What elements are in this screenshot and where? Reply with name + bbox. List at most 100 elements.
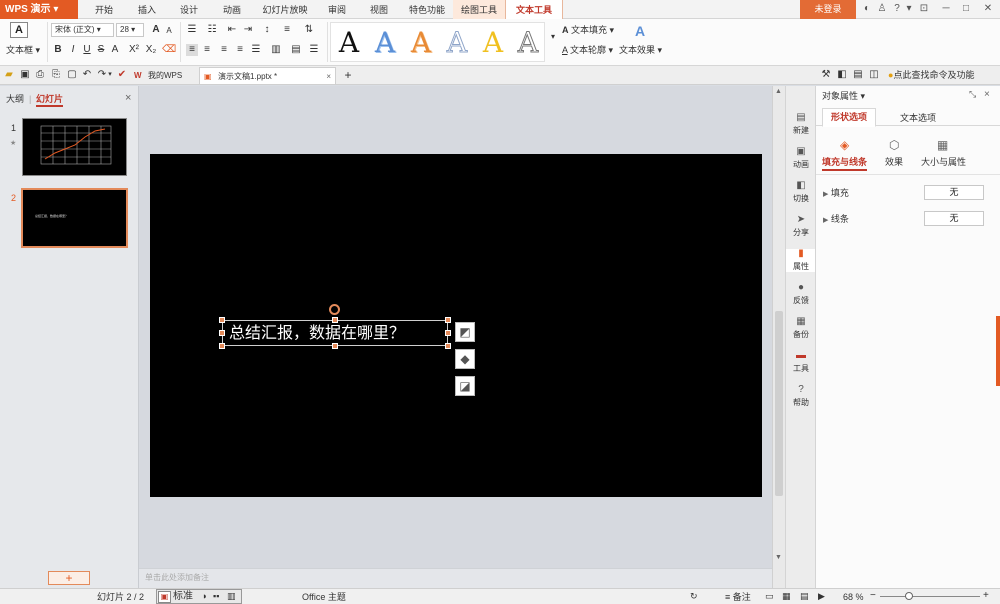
tab-slides[interactable]: 幻灯片 (36, 93, 64, 107)
text-direction-icon[interactable]: ⇅ (303, 24, 315, 36)
font-color-button[interactable]: A (109, 44, 121, 56)
tab-slideshow[interactable]: 幻灯片放映 (256, 0, 314, 19)
tab-text-tools[interactable]: 文本工具 (505, 0, 563, 19)
export-icon[interactable]: ⎙ (34, 69, 46, 81)
indent-icon[interactable]: ⇤ (226, 24, 238, 36)
handle-bottom-right[interactable] (445, 343, 451, 349)
sidebar-item-share[interactable]: ➤ 分享 (786, 215, 816, 238)
handle-top-left[interactable] (219, 317, 225, 323)
textbox-button[interactable]: 文本框 ▾ (6, 44, 40, 56)
tab-animation[interactable]: 动画 (212, 0, 252, 19)
print-icon[interactable]: ⎘ (50, 69, 62, 81)
notes-toggle[interactable]: ≡ 备注 (725, 591, 751, 603)
tab-document[interactable]: ▣ 演示文稿1.pptx * × (199, 67, 336, 84)
quick-icon-1[interactable]: ⚒ (820, 69, 832, 81)
tab-design[interactable]: 设计 (170, 0, 208, 19)
handle-bottom-left[interactable] (219, 343, 225, 349)
gallery-more-icon[interactable]: ▾ (547, 31, 559, 43)
undo-icon[interactable]: ↶ (81, 69, 93, 81)
align-right-icon[interactable]: ≡ (218, 44, 230, 56)
tab-my-wps[interactable]: W 我的WPS (130, 67, 200, 84)
tab-drawing-tools[interactable]: 绘图工具 (453, 0, 505, 19)
handle-top-right[interactable] (445, 317, 451, 323)
align-left-icon[interactable]: ≡ (186, 44, 198, 56)
tab-special[interactable]: 特色功能 (402, 0, 452, 19)
save-icon[interactable]: ▣ (19, 69, 31, 81)
tab-insert[interactable]: 插入 (128, 0, 166, 19)
text-outline-button[interactable]: A 文本轮廓 ▾ (562, 44, 613, 56)
maximize-icon[interactable]: □ (960, 3, 972, 15)
textbox-icon[interactable]: A (10, 22, 28, 38)
slide-text[interactable]: 总结汇报，数据在哪里？ (229, 323, 405, 343)
bullet-list-icon[interactable]: ☰ (186, 24, 198, 36)
strike-button[interactable]: S (95, 44, 107, 56)
fill-value-select[interactable]: 无 (924, 185, 984, 200)
sidebar-item-animation[interactable]: ▣ 动画 (786, 147, 816, 170)
panel-collapse-handle[interactable] (996, 316, 1000, 386)
rotate-handle-icon[interactable] (329, 304, 340, 315)
close-icon[interactable]: ✕ (982, 3, 994, 15)
quick-icon-4[interactable]: ◫ (868, 69, 880, 81)
wordart-style-4[interactable]: A (442, 26, 472, 59)
tab-home[interactable]: 开始 (84, 0, 124, 19)
add-slide-button[interactable]: + (48, 571, 90, 585)
underline-button[interactable]: U (81, 44, 93, 56)
wordart-style-6[interactable]: A (513, 26, 543, 59)
subtab-size-properties[interactable]: 大小与属性 (921, 156, 966, 168)
scroll-up-icon[interactable]: ▲ (775, 88, 782, 95)
normal-view-icon[interactable]: ▣ (158, 591, 171, 603)
view-icon-1[interactable]: ▭ (765, 591, 774, 602)
tab-review[interactable]: 审阅 (318, 0, 356, 19)
smart-art-icon[interactable]: ☰ (308, 44, 320, 56)
bold-button[interactable]: B (52, 44, 64, 56)
sidebar-item-feedback[interactable]: ● 反馈 (786, 283, 816, 306)
superscript-button[interactable]: X² (125, 44, 143, 56)
sidebar-item-properties[interactable]: ▮ 属性 (786, 249, 816, 272)
italic-button[interactable]: I (67, 44, 79, 56)
view-icon-3[interactable]: ▤ (800, 591, 809, 602)
font-size-select[interactable]: 28 ▾ (116, 23, 144, 37)
text-effect-button[interactable]: 文本效果 ▾ (619, 44, 662, 56)
scroll-down-icon[interactable]: ▼ (775, 554, 782, 561)
restore-app-icon[interactable]: ⊡ (918, 3, 930, 15)
login-button[interactable]: 未登录 (800, 0, 856, 19)
quick-icon-2[interactable]: ◧ (836, 69, 848, 81)
grow-font-icon[interactable]: A (150, 24, 162, 36)
zoom-slider[interactable] (880, 596, 980, 597)
align-center-icon[interactable]: ≡ (201, 44, 213, 56)
handle-mid-right[interactable] (445, 330, 451, 336)
new-tab-button[interactable]: + (342, 69, 354, 81)
vertical-scrollbar[interactable]: ▲ ▼ (772, 86, 785, 588)
panel-close-x-icon[interactable]: × (984, 89, 990, 100)
tab-text-options[interactable]: 文本选项 (900, 112, 936, 124)
scrollbar-thumb[interactable] (775, 311, 783, 496)
brush-icon[interactable]: ✔ (116, 69, 128, 81)
view-icon-4[interactable]: ▶ (818, 591, 825, 602)
subtab-fill-line[interactable]: 填充与线条 (822, 156, 868, 171)
handle-top-mid[interactable] (332, 317, 338, 323)
panel-pin-icon[interactable]: ⤡ (969, 89, 976, 100)
line-row-label[interactable]: ▶ 线条 (823, 213, 849, 227)
font-family-select[interactable]: 宋体 (正文) ▾ (51, 23, 114, 37)
tab-shape-options[interactable]: 形状选项 (822, 108, 877, 127)
clear-format-icon[interactable]: ⌫ (162, 44, 176, 56)
skin-icon[interactable]: ◐ (861, 3, 873, 15)
line-spacing-icon[interactable]: ↕ (261, 24, 273, 36)
view-icon-2[interactable]: ▦ (782, 591, 791, 602)
number-list-icon[interactable]: ☷ (206, 24, 218, 36)
quick-icon-3[interactable]: ▤ (852, 69, 864, 81)
tab-outline[interactable]: 大纲 (6, 93, 24, 105)
paragraph-spacing-icon[interactable]: ≡ (281, 24, 293, 36)
open-icon[interactable]: ▰ (3, 69, 15, 81)
text-fill-button[interactable]: A 文本填充 ▾ (562, 24, 614, 36)
zoom-in-icon[interactable]: + (983, 590, 989, 601)
fill-bucket-icon[interactable]: ◆ (455, 349, 475, 369)
outline-style-icon[interactable]: ◪ (455, 376, 475, 396)
text-align-icon[interactable]: ▤ (290, 44, 302, 56)
zoom-thumb[interactable] (905, 592, 913, 600)
zoom-out-icon[interactable]: − (870, 590, 876, 601)
sidebar-item-backup[interactable]: ▦ 备份 (786, 317, 816, 340)
subscript-button[interactable]: X₂ (143, 44, 159, 56)
shirt-icon[interactable]: ♙ (876, 3, 888, 15)
shrink-font-icon[interactable]: A (163, 25, 175, 37)
